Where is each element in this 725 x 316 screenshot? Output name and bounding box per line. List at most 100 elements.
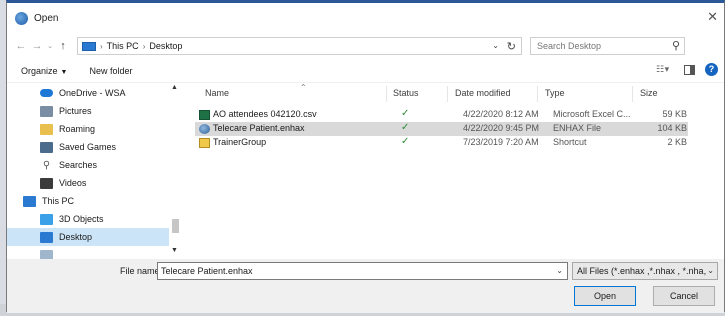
nav-item-label: Desktop <box>59 232 93 242</box>
chevron-down-icon: ⌄ <box>707 266 714 275</box>
nav-item-saved-games[interactable]: Saved Games <box>7 138 169 156</box>
filename-input[interactable]: Telecare Patient.enhax ⌄ <box>157 262 568 280</box>
column-header-size[interactable]: Size <box>640 88 658 98</box>
nav-item-label: Saved Games <box>59 142 117 152</box>
new-folder-button[interactable]: New folder <box>89 66 132 76</box>
navigation-pane: OneDrive - WSA Pictures Roaming Saved Ga… <box>7 84 182 259</box>
column-divider <box>447 86 448 102</box>
desktop-icon <box>40 231 53 243</box>
file-list: ⌃ Name Status Date modified Type Size AO… <box>187 83 724 259</box>
cloud-icon <box>40 89 53 97</box>
nav-item-label: Roaming <box>59 124 96 134</box>
breadcrumb-separator: › <box>100 41 103 51</box>
nav-item-label: Searches <box>59 160 98 170</box>
scroll-thumb[interactable] <box>172 219 179 233</box>
recent-locations-icon[interactable]: ⌄ <box>45 42 55 50</box>
saved-games-icon <box>40 141 53 153</box>
breadcrumb-this-pc[interactable]: This PC <box>107 41 139 51</box>
nav-item-roaming[interactable]: Roaming <box>7 120 169 138</box>
open-button[interactable]: Open <box>574 286 636 306</box>
file-size: 59 KB <box>662 109 687 119</box>
nav-item-pictures[interactable]: Pictures <box>7 102 169 120</box>
column-header-type[interactable]: Type <box>545 88 565 98</box>
file-name: AO attendees 042120.csv <box>213 109 317 119</box>
pictures-icon <box>40 105 53 117</box>
cube-icon <box>40 213 53 225</box>
documents-icon <box>40 249 53 259</box>
nav-item-label: Videos <box>59 178 87 188</box>
address-row: ← → ⌄ ↑ › This PC › Desktop ⌄ ↻ Search D… <box>7 33 724 59</box>
refresh-icon[interactable]: ↻ <box>507 40 516 53</box>
nav-item-label: Pictures <box>59 106 92 116</box>
videos-icon <box>40 177 53 189</box>
title-bar: Open ✕ <box>7 3 724 33</box>
nav-item-label: 3D Objects <box>59 214 104 224</box>
file-date: 7/23/2019 7:20 AM <box>463 137 539 147</box>
organize-button[interactable]: Organize ▼ <box>21 66 67 76</box>
file-row[interactable]: Telecare Patient.enhax ✓ 4/22/2020 9:45 … <box>195 122 688 136</box>
file-size: 2 KB <box>667 137 687 147</box>
filename-label: File name: <box>120 266 163 276</box>
file-type: Microsoft Excel C... <box>553 109 631 119</box>
nav-scrollbar[interactable]: ▲ ▼ <box>170 84 180 259</box>
file-name: TrainerGroup <box>213 137 267 147</box>
scroll-up-icon[interactable]: ▲ <box>171 84 178 91</box>
search-icon: ⚲ <box>42 159 51 171</box>
view-controls: ☷ ▾ ? <box>656 63 718 76</box>
open-file-dialog: Open ✕ ← → ⌄ ↑ › This PC › Desktop ⌄ ↻ S… <box>6 0 725 313</box>
breadcrumb-desktop[interactable]: Desktop <box>149 41 182 51</box>
organize-label: Organize <box>21 65 58 76</box>
dialog-body: OneDrive - WSA Pictures Roaming Saved Ga… <box>7 83 724 259</box>
excel-icon <box>199 110 210 120</box>
column-header-name[interactable]: Name <box>205 88 229 98</box>
chevron-down-icon[interactable]: ⌄ <box>556 263 563 279</box>
file-size: 104 KB <box>657 123 687 133</box>
cancel-button[interactable]: Cancel <box>653 286 715 306</box>
nav-item-3d-objects[interactable]: 3D Objects <box>7 210 169 228</box>
nav-item-videos[interactable]: Videos <box>7 174 169 192</box>
back-arrow-icon[interactable]: ← <box>13 40 29 52</box>
window-title: Open <box>34 12 59 24</box>
file-type: Shortcut <box>553 137 587 147</box>
nav-item-label: OneDrive - WSA <box>59 88 126 98</box>
nav-item-partial <box>7 246 169 259</box>
scroll-down-icon[interactable]: ▼ <box>171 247 178 254</box>
filter-value: All Files (*.enhax ,*.nhax , *.nha, <box>577 266 707 276</box>
breadcrumb-separator: › <box>142 41 146 51</box>
chevron-down-icon: ▼ <box>60 68 68 76</box>
column-divider <box>632 86 633 102</box>
address-bar[interactable]: › This PC › Desktop ⌄ ↻ <box>77 37 522 55</box>
column-header-status[interactable]: Status <box>393 88 419 98</box>
forward-arrow-icon[interactable]: → <box>29 40 45 52</box>
preview-pane-icon[interactable] <box>684 64 695 75</box>
file-row[interactable]: TrainerGroup ✓ 7/23/2019 7:20 AM Shortcu… <box>195 136 688 150</box>
nav-item-this-pc[interactable]: This PC <box>7 192 169 210</box>
nav-item-desktop[interactable]: Desktop <box>7 228 169 246</box>
search-input[interactable]: Search Desktop <box>537 41 601 51</box>
folder-icon <box>40 123 53 135</box>
dialog-footer: File name: Telecare Patient.enhax ⌄ All … <box>7 259 724 313</box>
enhax-icon <box>199 124 210 134</box>
command-bar: Organize ▼ New folder ☷ ▾ ? <box>7 59 724 83</box>
help-icon[interactable]: ? <box>705 63 718 76</box>
sync-status-icon: ✓ <box>401 122 410 133</box>
sync-status-icon: ✓ <box>401 108 410 119</box>
file-type: ENHAX File <box>553 123 602 133</box>
up-arrow-icon[interactable]: ↑ <box>55 40 71 52</box>
search-box[interactable]: Search Desktop ⚲ <box>530 37 685 55</box>
shortcut-icon <box>199 138 210 148</box>
nav-item-onedrive[interactable]: OneDrive - WSA <box>7 84 169 102</box>
close-icon[interactable]: ✕ <box>707 10 718 23</box>
column-header-date[interactable]: Date modified <box>455 88 511 98</box>
sync-status-icon: ✓ <box>401 136 410 147</box>
nav-item-label: This PC <box>42 196 75 206</box>
file-row[interactable]: AO attendees 042120.csv ✓ 4/22/2020 8:12… <box>195 108 688 122</box>
search-icon: ⚲ <box>671 40 680 52</box>
pc-icon <box>23 195 36 207</box>
change-view-icon[interactable]: ☷ ▾ <box>656 64 674 75</box>
column-divider <box>537 86 538 102</box>
address-dropdown-icon[interactable]: ⌄ <box>492 41 499 50</box>
nav-item-searches[interactable]: ⚲ Searches <box>7 156 169 174</box>
column-divider <box>386 86 387 102</box>
file-type-filter[interactable]: All Files (*.enhax ,*.nhax , *.nha, ⌄ <box>572 262 718 280</box>
